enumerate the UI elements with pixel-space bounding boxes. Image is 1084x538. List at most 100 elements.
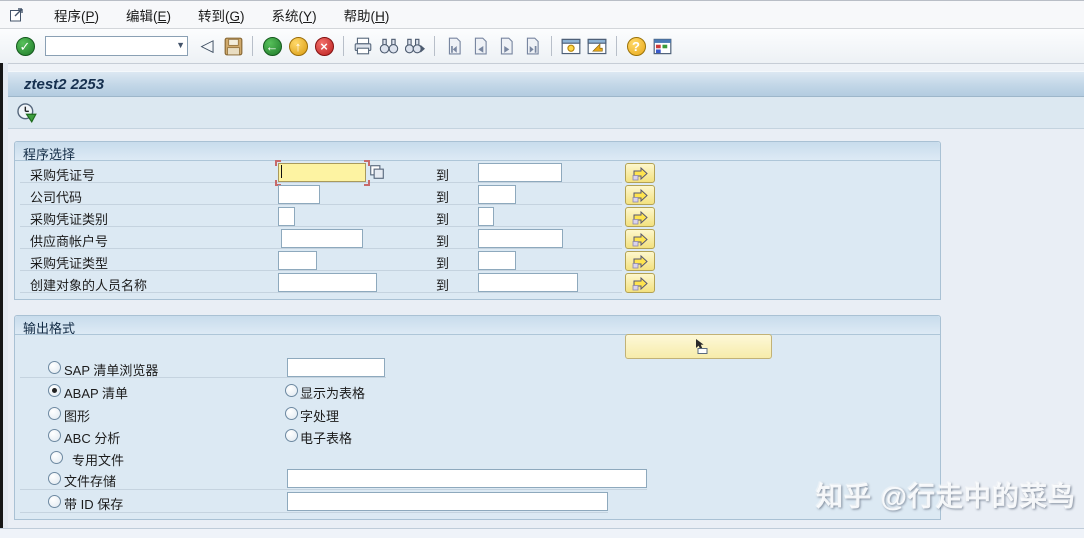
screen-title-bar: ztest2 2253 [0,71,1084,97]
bottom-strip [0,528,1084,538]
field-label-company-code: 公司代码 [30,190,83,205]
exit-arrow-icon: ↑ [288,36,308,56]
field-label-purchasing-doc-number: 采购凭证号 [30,168,96,183]
back-arrow-icon: ← [262,36,282,56]
first-page-button[interactable] [442,34,466,58]
new-session-button[interactable] [559,34,583,58]
file-store-path-input[interactable] [287,469,647,488]
execute-button[interactable] [14,101,38,125]
purchasing-doc-number-to-input[interactable] [478,163,562,182]
find-button[interactable] [377,34,401,58]
radio-word-processing[interactable] [285,407,298,420]
first-page-icon [448,37,461,55]
sap-gui-window: 程序(P) 编辑(E) 转到(G) 系统(Y) 帮助(H) ✓ ▼ ◁ ← ↑ … [0,0,1084,538]
multiselect-button[interactable] [625,251,655,271]
doc-category-input[interactable] [278,207,295,226]
radio-private-file[interactable] [50,451,63,464]
exit-button[interactable]: ↑ [286,34,310,58]
radio-abap-list[interactable] [48,384,61,397]
cancel-button[interactable]: × [312,34,336,58]
radio-save-with-id[interactable] [48,495,61,508]
screen-title: ztest2 2253 [24,75,105,93]
vendor-account-input[interactable] [281,229,363,248]
created-by-to-input[interactable] [478,273,578,292]
menu-bar: 程序(P) 编辑(E) 转到(G) 系统(Y) 帮助(H) [0,1,1084,29]
last-page-button[interactable] [520,34,544,58]
vendor-account-to-input[interactable] [478,229,563,248]
zhihu-watermark: 知乎 @行走中的菜鸟 [816,482,1076,512]
radio-label-word-processing: 字处理 [300,409,340,424]
application-toolbar [0,97,1084,129]
radio-label-save-with-id: 带 ID 保存 [64,497,124,512]
title-gap-strip [0,64,1084,71]
multiselect-arrow-icon [632,188,648,202]
enter-button[interactable]: ✓ [13,34,37,58]
radio-display-as-table[interactable] [285,384,298,397]
help-button[interactable]: ? [624,34,648,58]
menu-program[interactable]: 程序(P) [54,5,99,25]
doc-type-to-input[interactable] [478,251,516,270]
next-page-button[interactable] [494,34,518,58]
radio-label-spreadsheet: 电子表格 [300,431,353,446]
binoculars-icon [379,38,399,54]
radio-spreadsheet[interactable] [285,429,298,442]
field-label-vendor-account: 供应商帐户号 [30,234,109,249]
nav-back-button[interactable]: ← [260,34,284,58]
menu-goto[interactable]: 转到(G) [198,5,245,25]
last-page-icon [526,37,539,55]
company-code-to-input[interactable] [478,185,516,204]
purchasing-doc-number-input[interactable] [278,163,366,182]
radio-abc-analysis[interactable] [48,429,61,442]
create-shortcut-button[interactable] [585,34,609,58]
multiselect-button[interactable] [625,207,655,227]
doc-category-to-input[interactable] [478,207,494,226]
selection-cursor-button[interactable] [625,334,772,359]
menu-edit[interactable]: 编辑(E) [126,5,171,25]
previous-page-icon [474,37,487,55]
to-label: 到 [436,190,450,205]
multiselect-button[interactable] [625,273,655,293]
cursor-selection-icon [695,339,707,354]
find-next-button[interactable] [403,34,427,58]
back-button[interactable]: ◁ [195,34,219,58]
to-label: 到 [436,212,450,227]
save-floppy-icon [224,37,242,55]
cancel-x-icon: × [314,36,334,56]
row-guide [20,270,622,271]
to-label: 到 [436,234,450,249]
radio-label-graphics: 图形 [64,409,91,424]
multiselect-button[interactable] [625,163,655,183]
radio-graphics[interactable] [48,407,61,420]
print-button[interactable] [351,34,375,58]
value-help-icon[interactable] [369,164,385,180]
radio-sap-list-viewer[interactable] [48,361,61,374]
row-guide [20,248,622,249]
radio-file-store[interactable] [48,472,61,485]
company-code-input[interactable] [278,185,320,204]
previous-page-button[interactable] [468,34,492,58]
text-caret [281,165,282,178]
focus-corner [364,180,370,186]
created-by-input[interactable] [278,273,377,292]
to-label: 到 [436,168,450,183]
command-dropdown-icon[interactable]: ▼ [176,40,185,50]
output-group-title: 输出格式 [15,316,940,336]
doc-type-input[interactable] [278,251,317,270]
multiselect-button[interactable] [625,229,655,249]
save-with-id-input[interactable] [287,492,608,511]
row-guide [20,226,622,227]
sap-list-viewer-variant-input[interactable] [287,358,385,377]
row-guide [20,182,622,183]
control-menu-icon[interactable] [9,7,27,23]
command-field[interactable] [45,36,188,56]
next-page-icon [500,37,513,55]
multiselect-button[interactable] [625,185,655,205]
to-label: 到 [436,278,450,293]
customize-layout-button[interactable] [650,34,674,58]
multiselect-arrow-icon [632,210,648,224]
save-button[interactable] [221,34,245,58]
back-triangle-icon: ◁ [200,36,214,55]
menu-help[interactable]: 帮助(H) [344,5,390,25]
menu-system[interactable]: 系统(Y) [272,5,317,25]
field-label-created-by: 创建对象的人员名称 [30,278,148,293]
